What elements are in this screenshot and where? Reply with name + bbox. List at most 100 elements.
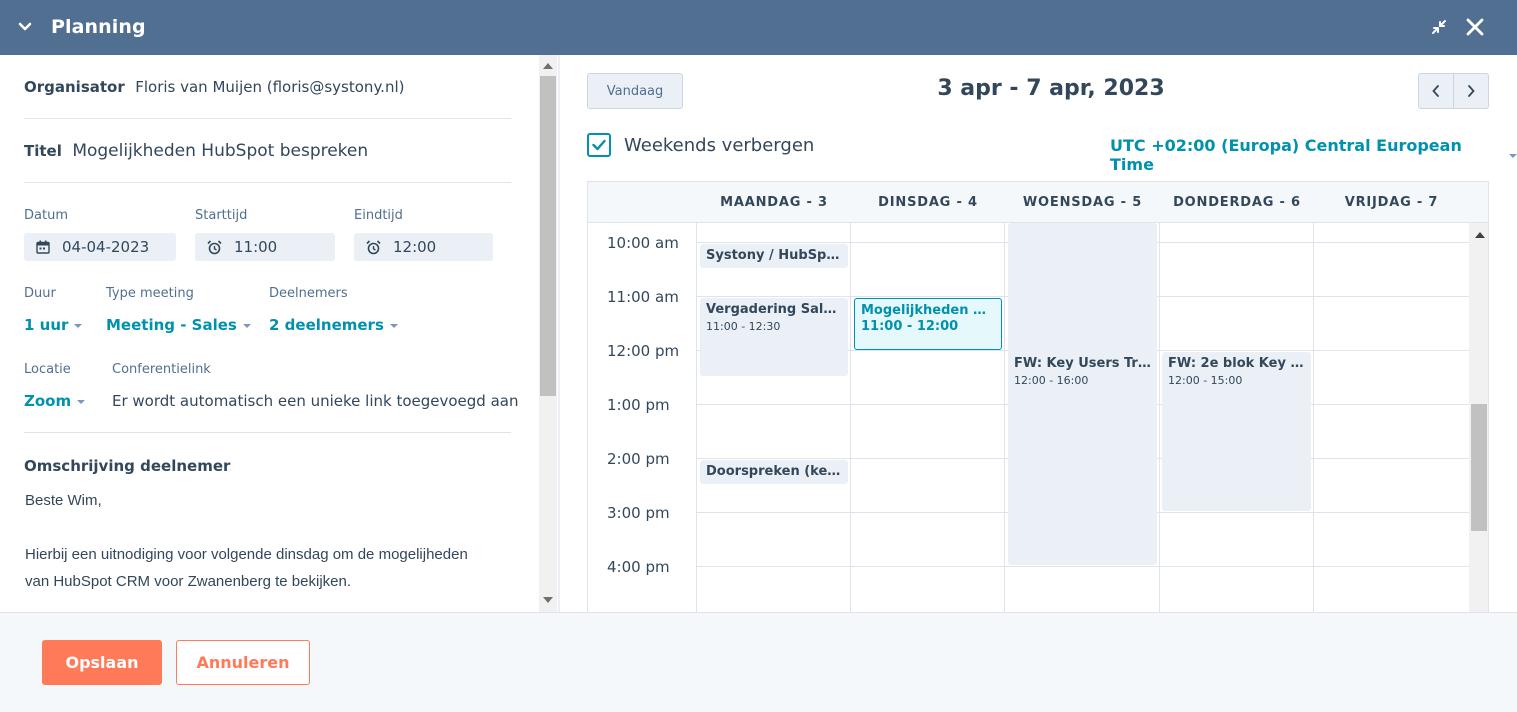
date-value: 04-04-2023 (62, 238, 150, 256)
event-title: Mogelijkheden Hu... (861, 303, 995, 318)
event-time: 11:00 - 12:00 (861, 319, 959, 334)
calendar-event[interactable]: FW: Key Users Trai... 12:00 - 16:00 (1008, 223, 1157, 565)
today-button[interactable]: Vandaag (587, 73, 683, 109)
location-label: Locatie (24, 362, 71, 377)
calendar-icon (36, 240, 50, 254)
day-header-friday: VRIJDAG - 7 (1344, 195, 1439, 210)
end-time-label: Eindtijd (354, 208, 403, 223)
day-header-tuesday: DINSDAG - 4 (878, 195, 978, 210)
organizer-value: Floris van Muijen (floris@systony.nl) (135, 78, 405, 96)
timezone-value: UTC +02:00 (Europa) Central European Tim… (1110, 136, 1462, 174)
hide-weekends-label[interactable]: Weekends verbergen (624, 135, 814, 156)
close-icon[interactable] (1465, 17, 1485, 37)
scroll-up-arrow-icon[interactable] (543, 63, 553, 69)
date-range-title: 3 apr - 7 apr, 2023 (937, 76, 1165, 101)
chevron-right-icon (1468, 85, 1475, 97)
divider (24, 118, 511, 119)
timezone-dropdown[interactable]: UTC +02:00 (Europa) Central European Tim… (1110, 136, 1517, 174)
location-dropdown[interactable]: Zoom (24, 392, 86, 410)
caret-down-icon (389, 324, 398, 328)
panel-separator (558, 55, 560, 612)
description-label: Omschrijving deelnemer (24, 457, 231, 475)
planning-dialog: Planning Organisator Floris van Muijen (… (0, 0, 1517, 712)
duration-dropdown[interactable]: 1 uur (24, 316, 83, 334)
event-title: Vergadering Sales ... (706, 302, 842, 317)
day-header-wednesday: WOENSDAG - 5 (1022, 195, 1143, 210)
day-header-thursday: DONDERDAG - 6 (1173, 195, 1301, 210)
meeting-type-value: Meeting - Sales (106, 316, 237, 334)
calendar-day-headers: MAANDAG - 3 DINSDAG - 4 WOENSDAG - 5 DON… (588, 182, 1488, 223)
next-week-button[interactable] (1453, 73, 1489, 109)
meeting-details-panel: Organisator Floris van Muijen (floris@sy… (0, 55, 560, 612)
duration-label: Duur (24, 286, 56, 301)
title-label: Titel (24, 142, 62, 160)
event-time: 12:00 - 16:00 (1014, 374, 1089, 387)
left-scrollbar-thumb[interactable] (540, 76, 556, 396)
start-time-field[interactable]: 11:00 (195, 233, 335, 261)
alarm-clock-icon (207, 239, 222, 254)
grid-line (1159, 223, 1160, 612)
time-label: 2:00 pm (607, 450, 670, 468)
cancel-button[interactable]: Annuleren (176, 640, 310, 685)
date-field[interactable]: 04-04-2023 (24, 233, 176, 261)
hide-weekends-checkbox[interactable] (587, 133, 611, 157)
location-value: Zoom (24, 392, 72, 410)
grid-line (697, 566, 1469, 567)
participants-label: Deelnemers (269, 286, 348, 301)
grid-line (1313, 223, 1314, 612)
description-line: Hierbij een uitnodiging voor volgende di… (25, 546, 468, 563)
divider (24, 182, 511, 183)
description-line: van HubSpot CRM voor Zwanenberg te bekij… (25, 573, 352, 590)
start-time-label: Starttijd (195, 208, 248, 223)
date-label: Datum (24, 208, 68, 223)
scroll-down-arrow-icon[interactable] (543, 597, 553, 603)
organizer-label: Organisator (24, 78, 125, 96)
alarm-clock-icon (366, 239, 381, 254)
time-label: 11:00 am (607, 288, 679, 306)
event-time: 11:00 - 12:30 (706, 320, 781, 333)
divider (24, 432, 511, 433)
participants-value: 2 deelnemers (269, 316, 384, 334)
calendar-event[interactable]: Systony / HubSpo... (700, 244, 848, 268)
caret-down-icon (74, 324, 83, 328)
end-time-value: 12:00 (393, 238, 437, 256)
caret-down-icon (77, 400, 86, 404)
start-time-value: 11:00 (234, 238, 278, 256)
time-label: 3:00 pm (607, 504, 670, 522)
calendar-scrollbar-thumb[interactable] (1471, 404, 1487, 531)
scroll-up-arrow-icon[interactable] (1475, 232, 1485, 238)
meeting-type-dropdown[interactable]: Meeting - Sales (106, 316, 251, 334)
description-text[interactable]: Beste Wim, Hierbij een uitnodiging voor … (25, 487, 468, 595)
day-header-monday: MAANDAG - 3 (720, 195, 828, 210)
chevron-down-icon[interactable] (16, 18, 34, 36)
conference-link-label: Conferentielink (112, 362, 211, 377)
event-title: FW: Key Users Trai... (1014, 356, 1151, 371)
event-title: Systony / HubSpo... (706, 248, 842, 263)
grid-line (696, 223, 697, 612)
time-label: 1:00 pm (607, 396, 670, 414)
description-line: Beste Wim, (25, 492, 102, 509)
save-button[interactable]: Opslaan (42, 640, 162, 685)
checkmark-icon (592, 139, 606, 151)
previous-week-button[interactable] (1418, 73, 1454, 109)
calendar-event[interactable]: Vergadering Sales ... 11:00 - 12:30 (700, 298, 848, 376)
end-time-field[interactable]: 12:00 (354, 233, 493, 261)
event-title: Doorspreken (key-... (706, 464, 842, 479)
event-title: FW: 2e blok Key us... (1168, 356, 1305, 371)
selected-calendar-event[interactable]: Mogelijkheden Hu... 11:00 - 12:00 (854, 298, 1002, 350)
time-label: 4:00 pm (607, 558, 670, 576)
meeting-type-label: Type meeting (106, 286, 194, 301)
duration-value: 1 uur (24, 316, 69, 334)
time-label: 12:00 pm (607, 342, 680, 360)
title-value[interactable]: Mogelijkheden HubSpot bespreken (72, 141, 368, 161)
event-time: 12:00 - 15:00 (1168, 374, 1243, 387)
title-row[interactable]: Titel Mogelijkheden HubSpot bespreken (24, 141, 368, 161)
conference-link-value: Er wordt automatisch een unieke link toe… (112, 392, 519, 410)
grid-line (1004, 223, 1005, 612)
chevron-left-icon (1432, 85, 1439, 97)
calendar-event[interactable]: FW: 2e blok Key us... 12:00 - 15:00 (1162, 352, 1311, 511)
minimize-icon[interactable] (1429, 17, 1449, 37)
calendar-event[interactable]: Doorspreken (key-... (700, 460, 848, 484)
organizer-row: Organisator Floris van Muijen (floris@sy… (24, 78, 404, 97)
participants-dropdown[interactable]: 2 deelnemers (269, 316, 398, 334)
